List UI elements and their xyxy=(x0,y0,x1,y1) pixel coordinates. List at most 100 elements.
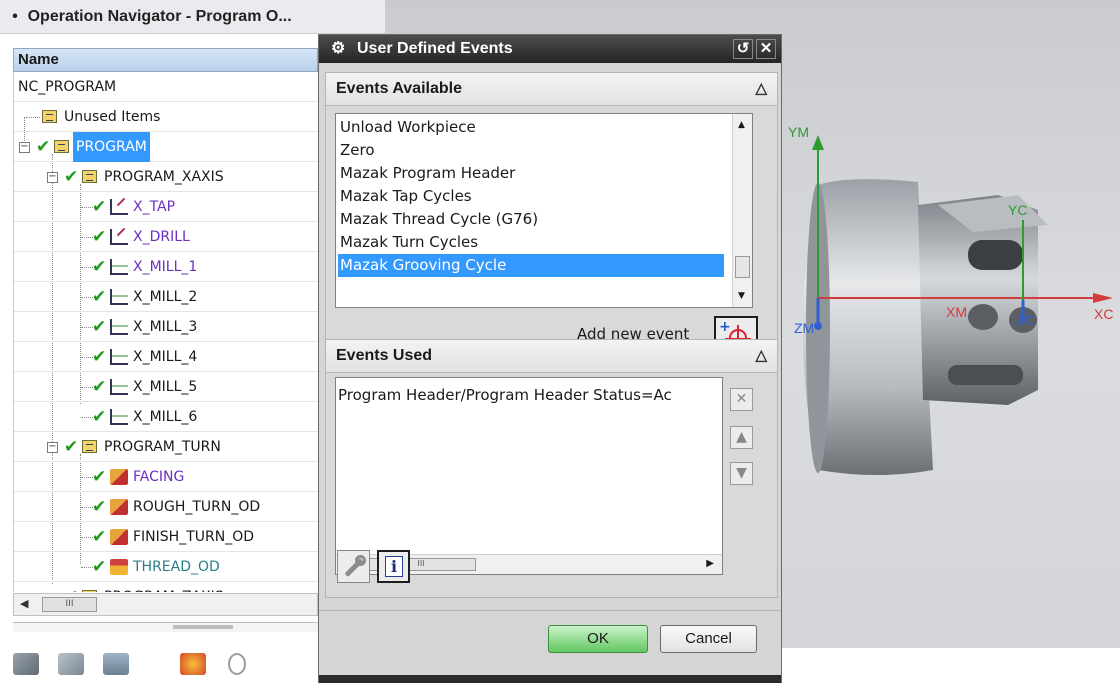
operation-tree[interactable]: NC_PROGRAM Unused Items − ✔ PROGRAM − ✔ … xyxy=(13,72,318,592)
list-item[interactable]: Zero xyxy=(340,139,726,162)
collapse-up-icon[interactable]: △ xyxy=(755,340,767,372)
move-down-button[interactable]: ▼ xyxy=(730,462,753,485)
list-item[interactable]: Program Header/Program Header Status=Ac xyxy=(338,386,672,404)
axis-label-ym: YM xyxy=(788,124,809,140)
list-item-selected[interactable]: Mazak Grooving Cycle xyxy=(338,254,724,277)
milling-operation-icon xyxy=(110,409,128,425)
ok-button[interactable]: OK xyxy=(548,625,648,653)
tree-row-label: NC_PROGRAM xyxy=(18,79,117,95)
milling-operation-icon xyxy=(110,319,128,335)
navigator-title-bar[interactable]: • Operation Navigator - Program O... xyxy=(0,0,385,34)
tree-row-x-mill-6[interactable]: ✔ X_MILL_6 xyxy=(14,402,318,432)
tree-row-program-zaxis[interactable]: − ✔ PROGRAM_ZAXIS xyxy=(14,582,318,592)
tree-row-label: PROGRAM_ZAXIS xyxy=(104,582,224,592)
axis-label-zm: ZM xyxy=(794,320,815,336)
tree-row-label: X_DRILL xyxy=(133,229,190,245)
events-available-list[interactable]: Unload Workpiece Zero Mazak Program Head… xyxy=(335,113,753,308)
dialog-footer-divider xyxy=(319,610,781,611)
events-used-title: Events Used xyxy=(336,347,433,364)
scroll-left-icon[interactable]: ◀ xyxy=(20,597,28,610)
tree-row-x-mill-1[interactable]: ✔ X_MILL_1 xyxy=(14,252,318,282)
tree-row-program-xaxis[interactable]: − ✔ PROGRAM_XAXIS xyxy=(14,162,318,192)
check-icon: ✔ xyxy=(92,377,107,397)
user-defined-events-dialog: ⚙ User Defined Events ↺ ✕ Events Availab… xyxy=(318,34,782,683)
move-up-button[interactable]: ▲ xyxy=(730,426,753,449)
check-icon: ✔ xyxy=(64,582,78,592)
collapse-icon[interactable]: − xyxy=(19,142,30,153)
axis-label-xc: XC xyxy=(1094,306,1114,322)
events-used-header[interactable]: Events Used △ xyxy=(325,339,778,373)
tree-row-program-turn[interactable]: − ✔ PROGRAM_TURN xyxy=(14,432,318,462)
events-available-vertical-scrollbar[interactable]: ▲ ▼ xyxy=(732,114,752,307)
axis-label-zc: ZC xyxy=(1016,312,1035,328)
group-icon xyxy=(42,110,57,123)
tree-row-label: FINISH_TURN_OD xyxy=(133,529,254,545)
tree-row-x-tap[interactable]: ✔ X_TAP xyxy=(14,192,318,222)
list-item[interactable]: Mazak Thread Cycle (G76) xyxy=(340,208,726,231)
list-item[interactable]: Mazak Turn Cycles xyxy=(340,231,726,254)
events-used-list[interactable]: Program Header/Program Header Status=Ac … xyxy=(335,377,723,575)
events-available-header[interactable]: Events Available △ xyxy=(325,72,778,106)
list-item[interactable]: Unload Workpiece xyxy=(340,116,726,139)
group-icon xyxy=(82,440,97,453)
navigator-resize-strip[interactable] xyxy=(13,622,318,632)
scroll-up-icon[interactable]: ▲ xyxy=(738,120,745,130)
check-icon: ✔ xyxy=(64,167,79,187)
scroll-down-icon[interactable]: ▼ xyxy=(738,291,745,301)
cancel-button[interactable]: Cancel xyxy=(660,625,757,653)
collapse-up-icon[interactable]: △ xyxy=(755,73,767,105)
tree-row-label: PROGRAM_TURN xyxy=(104,439,221,455)
history-icon[interactable] xyxy=(228,653,246,675)
drilling-operation-icon xyxy=(110,199,128,215)
threading-operation-icon xyxy=(110,559,128,575)
edit-event-button[interactable] xyxy=(337,550,370,583)
tree-row-finish-turn-od[interactable]: ✔ FINISH_TURN_OD xyxy=(14,522,318,552)
delete-event-button[interactable]: ✕ xyxy=(730,388,753,411)
assembly-navigator-icon[interactable] xyxy=(13,653,39,675)
tree-row-label: X_MILL_3 xyxy=(133,319,198,335)
tree-row-x-mill-4[interactable]: ✔ X_MILL_4 xyxy=(14,342,318,372)
tree-row-thread-od[interactable]: ✔ THREAD_OD xyxy=(14,552,318,582)
tree-line xyxy=(26,117,40,118)
tree-row-x-mill-3[interactable]: ✔ X_MILL_3 xyxy=(14,312,318,342)
dialog-title-bar[interactable]: ⚙ User Defined Events ↺ ✕ xyxy=(319,35,781,63)
navigator-title: Operation Navigator - Program O... xyxy=(27,8,292,25)
check-icon: ✔ xyxy=(92,407,107,427)
milling-operation-icon xyxy=(110,349,128,365)
tree-row-facing[interactable]: ✔ FACING xyxy=(14,462,318,492)
scroll-right-icon[interactable]: ▶ xyxy=(706,558,714,569)
collapse-icon[interactable]: − xyxy=(47,172,58,183)
check-icon: ✔ xyxy=(92,557,107,577)
check-icon: ✔ xyxy=(92,257,107,277)
tree-row-x-mill-5[interactable]: ✔ X_MILL_5 xyxy=(14,372,318,402)
tree-row-unused-items[interactable]: Unused Items xyxy=(14,102,318,132)
navigator-horizontal-scrollbar[interactable]: ◀ III xyxy=(13,593,318,616)
check-icon: ✔ xyxy=(64,437,79,457)
collapse-icon[interactable]: − xyxy=(47,442,58,453)
resource-bar-toolbar xyxy=(0,645,318,683)
scrollbar-thumb[interactable]: III xyxy=(42,597,97,612)
list-item[interactable]: Mazak Tap Cycles xyxy=(340,185,726,208)
reset-icon[interactable]: ↺ xyxy=(733,39,753,59)
tree-row-x-mill-2[interactable]: ✔ X_MILL_2 xyxy=(14,282,318,312)
machine-tool-navigator-icon[interactable] xyxy=(103,653,129,675)
information-button[interactable]: i xyxy=(377,550,410,583)
list-item[interactable]: Mazak Program Header xyxy=(340,162,726,185)
tree-row-rough-turn-od[interactable]: ✔ ROUGH_TURN_OD xyxy=(14,492,318,522)
axis-label-yc: YC xyxy=(1008,202,1028,218)
tree-row-label: PROGRAM xyxy=(73,132,150,162)
tree-row-nc-program[interactable]: NC_PROGRAM xyxy=(14,72,318,102)
tree-row-program[interactable]: − ✔ PROGRAM xyxy=(14,132,318,162)
scrollbar-thumb[interactable] xyxy=(735,256,750,278)
navigator-pin-icon[interactable]: • xyxy=(12,0,18,34)
group-icon xyxy=(82,590,97,592)
operation-navigator: • Operation Navigator - Program O... Name… xyxy=(0,0,385,683)
tree-row-label: FACING xyxy=(133,469,185,485)
roles-icon[interactable] xyxy=(180,653,206,675)
column-header-name[interactable]: Name xyxy=(13,48,318,72)
tree-row-x-drill[interactable]: ✔ X_DRILL xyxy=(14,222,318,252)
part-navigator-icon[interactable] xyxy=(58,653,84,675)
group-icon xyxy=(82,170,97,183)
close-icon[interactable]: ✕ xyxy=(756,39,776,59)
resize-grip[interactable] xyxy=(173,625,233,629)
